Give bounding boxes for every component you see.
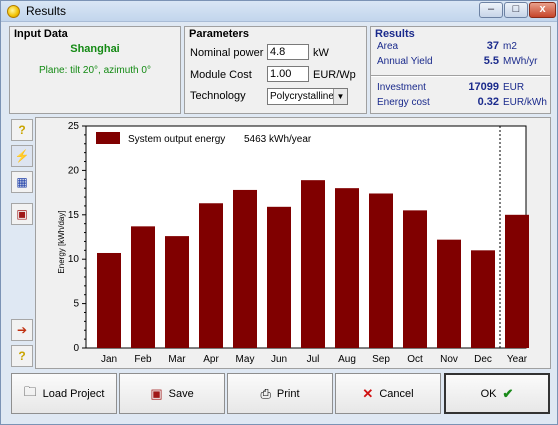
results-window: Results – □ x Input Data Shanghai Plane:… <box>0 0 558 425</box>
y-tick-label: 20 <box>68 165 80 176</box>
area-label: Area <box>377 41 399 52</box>
energy-cost-unit: EUR/kWh <box>503 97 547 108</box>
plane-orientation: Plane: tilt 20°, azimuth 0° <box>39 65 151 76</box>
x-tick-label: Nov <box>440 354 458 365</box>
x-tick-label: Dec <box>474 354 492 365</box>
x-tick-label: Feb <box>134 354 152 365</box>
save-label: Save <box>168 387 194 400</box>
cancel-button[interactable]: ✕ Cancel <box>335 373 441 414</box>
load-project-label: Load Project <box>42 387 105 400</box>
report-icon[interactable]: ▣ <box>11 203 33 225</box>
x-tick-label: Oct <box>407 354 423 365</box>
y-tick-label: 10 <box>68 254 80 265</box>
x-tick-label: Apr <box>203 354 219 365</box>
energy-cost-label: Energy cost <box>377 97 430 108</box>
technology-label: Technology <box>190 90 246 102</box>
chevron-down-icon[interactable]: ▼ <box>333 89 347 104</box>
nominal-power-input[interactable]: 4.8 <box>267 44 309 60</box>
print-button[interactable]: ⎙ Print <box>227 373 333 414</box>
bar-apr <box>199 203 223 348</box>
bar-aug <box>335 188 359 348</box>
bar-jun <box>267 206 291 348</box>
minimize-button[interactable]: – <box>479 2 503 18</box>
area-value: 37 <box>486 40 499 52</box>
legend-annual-total: 5463 kWh/year <box>244 134 312 145</box>
help-icon[interactable]: ? <box>11 119 33 141</box>
y-tick-label: 25 <box>68 121 80 132</box>
nominal-power-unit: kW <box>313 47 329 59</box>
printer-icon: ⎙ <box>260 385 271 401</box>
results-title: Results <box>375 28 415 40</box>
save-button[interactable]: ▣ Save <box>119 373 225 414</box>
bar-year <box>505 214 529 348</box>
y-axis-label: Energy [kWh/day] <box>57 210 66 273</box>
window-title: Results <box>26 4 67 18</box>
cancel-icon: ✕ <box>362 385 374 401</box>
print-label: Print <box>276 387 300 400</box>
bar-jul <box>301 180 325 348</box>
nominal-power-label: Nominal power <box>190 47 264 59</box>
module-cost-input[interactable]: 1.00 <box>267 66 309 82</box>
input-data-title: Input Data <box>14 28 68 40</box>
x-tick-label: May <box>236 354 255 365</box>
help-bottom-icon[interactable]: ? <box>11 345 33 367</box>
bar-jan <box>97 252 121 348</box>
module-cost-label: Module Cost <box>190 69 252 81</box>
app-icon <box>7 5 20 18</box>
investment-value: 17099 <box>468 81 499 93</box>
technology-select[interactable]: Polycrystalline ▼ <box>267 88 348 105</box>
ok-label: OK <box>480 387 497 400</box>
x-tick-label: Jan <box>101 354 117 365</box>
load-project-button[interactable]: 🗀 Load Project <box>11 373 117 414</box>
bar-may <box>233 189 257 348</box>
annual-yield-unit: MWh/yr <box>503 56 538 67</box>
cancel-label: Cancel <box>379 387 414 400</box>
parameters-title: Parameters <box>189 28 249 40</box>
x-tick-label: Mar <box>168 354 186 365</box>
module-cost-unit: EUR/Wp <box>313 69 356 81</box>
investment-label: Investment <box>377 82 426 93</box>
folder-icon: 🗀 <box>23 383 37 399</box>
investment-unit: EUR <box>503 82 525 93</box>
results-panel: Results Area 37 m2 Annual Yield 5.5 MWh/… <box>370 26 551 114</box>
close-button[interactable]: x <box>529 2 556 18</box>
area-unit: m2 <box>503 41 517 52</box>
technology-value: Polycrystalline <box>270 91 334 102</box>
x-tick-label: Jul <box>307 354 320 365</box>
energy-chart-icon[interactable]: ⚡ <box>11 145 33 167</box>
save-icon: ▣ <box>150 385 163 401</box>
bar-dec <box>471 250 495 348</box>
x-tick-label: Jun <box>271 354 287 365</box>
legend-swatch <box>96 132 120 144</box>
x-tick-label: Sep <box>372 354 390 365</box>
ok-button[interactable]: OK ✔ <box>444 373 550 414</box>
energy-cost-value: 0.32 <box>477 96 499 108</box>
chart-toolbar: ? ⚡ ▦ ▣ ➔ ? <box>9 117 35 369</box>
maximize-button[interactable]: □ <box>504 2 528 18</box>
title-bar[interactable]: Results – □ x <box>1 1 557 22</box>
energy-chart: 0 5 10 15 20 25 Jan Feb Mar Apr May Jun Jul Aug Sep Oc… <box>57 121 529 365</box>
y-tick-label: 15 <box>68 210 80 221</box>
x-tick-label: Year <box>507 354 528 365</box>
bar-oct <box>403 210 427 348</box>
x-tick-label: Aug <box>338 354 356 365</box>
table-icon[interactable]: ▦ <box>11 171 33 193</box>
y-tick-label: 0 <box>73 343 79 354</box>
annual-yield-label: Annual Yield <box>377 56 433 67</box>
parameters-panel: Parameters Nominal power 4.8 kW Module C… <box>184 26 367 114</box>
bar-nov <box>437 239 461 348</box>
results-divider <box>371 75 550 77</box>
bar-mar <box>165 236 189 348</box>
legend-series-name: System output energy <box>128 134 225 145</box>
chart-panel: 0 5 10 15 20 25 Jan Feb Mar Apr May Jun Jul Aug Sep Oc… <box>35 117 551 369</box>
bar-feb <box>131 226 155 348</box>
bar-sep <box>369 193 393 348</box>
export-icon[interactable]: ➔ <box>11 319 33 341</box>
annual-yield-value: 5.5 <box>483 55 499 67</box>
checkmark-icon: ✔ <box>502 385 514 401</box>
y-tick-label: 5 <box>73 299 79 310</box>
chart-legend: System output energy 5463 kWh/year <box>96 132 312 145</box>
city-name: Shanghai <box>70 43 120 55</box>
input-data-panel: Input Data Shanghai Plane: tilt 20°, azi… <box>9 26 181 114</box>
